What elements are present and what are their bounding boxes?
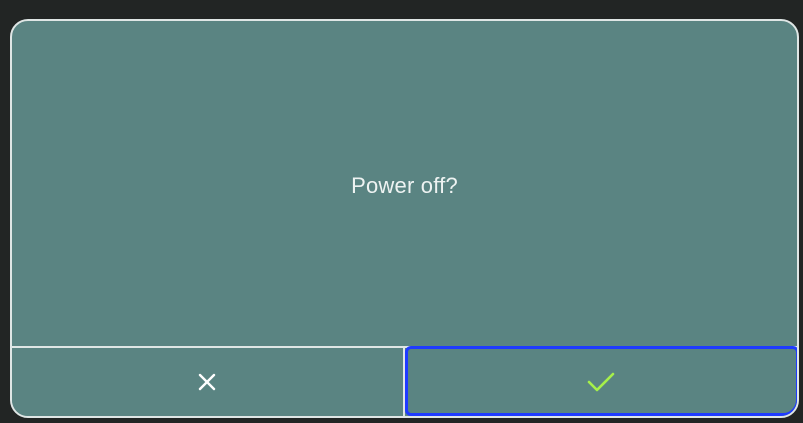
power-off-dialog: Power off?	[10, 19, 799, 418]
checkmark-icon	[586, 370, 616, 394]
cancel-button[interactable]	[12, 348, 405, 416]
dialog-button-bar	[12, 346, 797, 416]
confirm-button[interactable]	[404, 346, 797, 416]
dialog-message-area: Power off?	[12, 21, 797, 351]
dialog-message: Power off?	[351, 173, 458, 198]
close-icon	[197, 372, 217, 392]
screen: Power off?	[0, 0, 803, 423]
